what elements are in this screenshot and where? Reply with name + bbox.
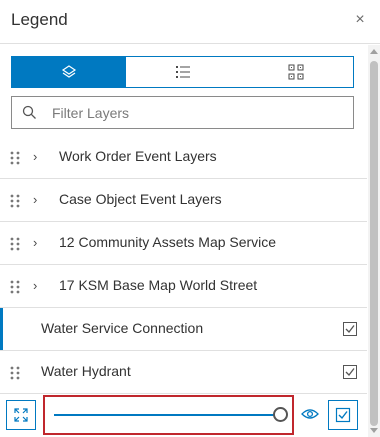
scroll-up-icon[interactable]	[370, 49, 378, 54]
view-toggle	[11, 56, 354, 88]
layer-label: Work Order Event Layers	[59, 148, 217, 164]
layer-label: Case Object Event Layers	[59, 191, 222, 207]
layer-label: 12 Community Assets Map Service	[59, 234, 277, 250]
layer-row-work-order[interactable]: › Work Order Event Layers	[0, 136, 367, 179]
opacity-slider-thumb[interactable]	[273, 407, 288, 422]
layers-view-button[interactable]	[12, 57, 126, 87]
list-view-button[interactable]	[125, 57, 240, 87]
drag-handle-icon[interactable]	[10, 194, 20, 208]
list-icon	[175, 66, 190, 78]
layer-row-case-object[interactable]: › Case Object Event Layers	[0, 179, 367, 222]
expand-button[interactable]	[6, 400, 36, 430]
layer-toolbar	[0, 395, 367, 437]
opacity-slider-container	[43, 395, 294, 435]
filter-input[interactable]	[52, 101, 342, 125]
chevron-right-icon[interactable]: ›	[33, 150, 43, 164]
chevron-right-icon[interactable]: ›	[33, 279, 43, 293]
layer-label: Water Service Connection	[41, 320, 204, 336]
layer-row-ksm-base-map[interactable]: › 17 KSM Base Map World Street	[0, 265, 367, 308]
visibility-button[interactable]	[299, 401, 321, 427]
chevron-right-icon[interactable]: ›	[33, 236, 43, 250]
search-icon	[22, 105, 36, 119]
eye-icon	[301, 409, 319, 419]
expand-icon	[14, 408, 28, 422]
scroll-down-icon[interactable]	[370, 428, 378, 433]
layer-row-community-assets[interactable]: › 12 Community Assets Map Service	[0, 222, 367, 265]
filter-layers	[11, 96, 354, 129]
checkbox-checked-icon[interactable]	[343, 322, 357, 336]
grid-view-button[interactable]	[239, 57, 354, 87]
layer-row-water-hydrant[interactable]: Water Hydrant	[0, 351, 367, 394]
layer-row-water-service-connection[interactable]: Water Service Connection	[0, 308, 367, 351]
checkbox-checked-icon[interactable]	[343, 365, 357, 379]
drag-handle-icon[interactable]	[10, 237, 20, 251]
layer-label: 17 KSM Base Map World Street	[59, 277, 258, 293]
select-all-button[interactable]	[328, 400, 358, 430]
vertical-scrollbar[interactable]	[368, 45, 380, 437]
panel-title: Legend	[11, 10, 68, 29]
layer-list: › Work Order Event Layers › Case Object …	[0, 136, 367, 394]
drag-handle-icon[interactable]	[10, 280, 20, 294]
grid-icon	[288, 64, 304, 80]
selection-indicator	[0, 308, 3, 350]
drag-handle-icon[interactable]	[10, 151, 20, 165]
checkbox-icon	[335, 407, 351, 423]
panel-header: Legend ×	[0, 0, 380, 44]
legend-panel: Legend × Filter Layers › Work Order Even…	[0, 0, 380, 437]
layers-icon	[61, 65, 76, 78]
drag-handle-icon[interactable]	[10, 366, 20, 380]
chevron-right-icon[interactable]: ›	[33, 193, 43, 207]
scrollbar-thumb[interactable]	[370, 61, 378, 426]
layer-label: Water Hydrant	[41, 363, 131, 379]
close-icon[interactable]: ×	[353, 12, 367, 28]
opacity-slider-track[interactable]	[54, 414, 276, 416]
